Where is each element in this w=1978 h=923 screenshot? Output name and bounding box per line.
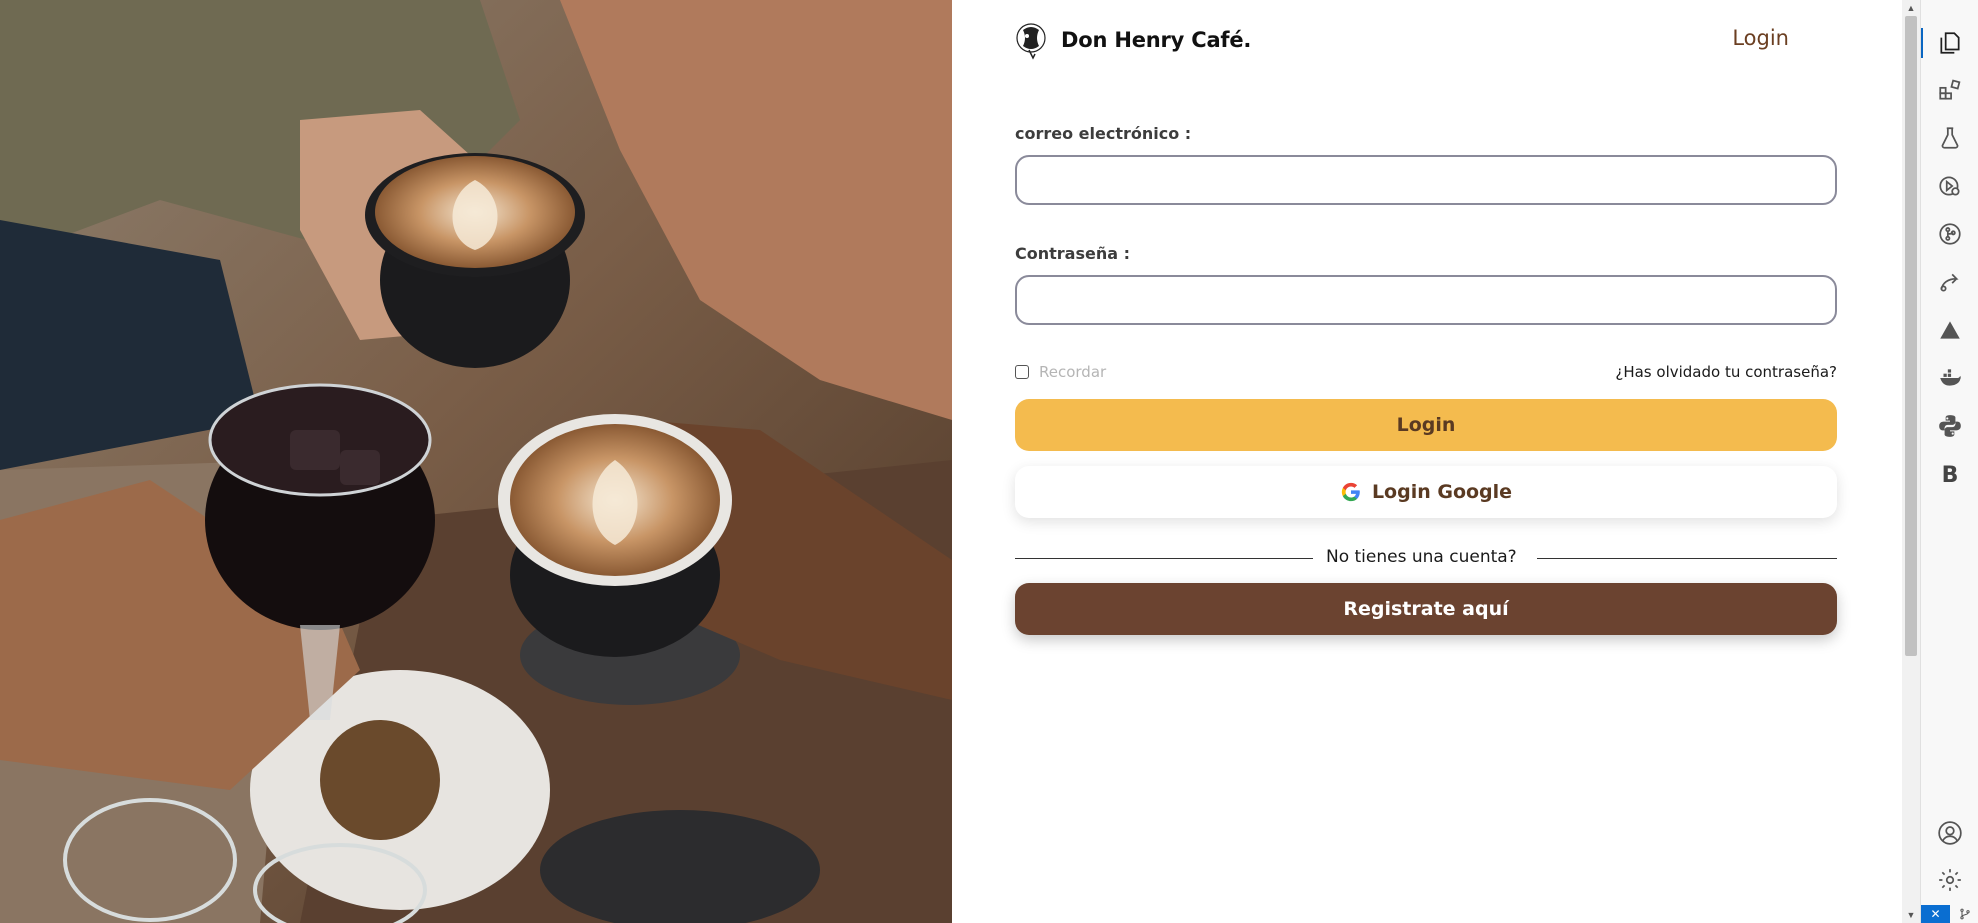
bootstrap-letter: B <box>1941 462 1959 488</box>
nav-login-link[interactable]: Login <box>1732 26 1789 50</box>
remember-label: Recordar <box>1039 363 1107 381</box>
page-scrollbar[interactable]: ▲ ▼ <box>1902 0 1920 923</box>
login-button[interactable]: Login <box>1015 399 1837 451</box>
scroll-thumb[interactable] <box>1905 16 1917 656</box>
source-control-icon[interactable] <box>1921 211 1978 257</box>
branch-status-icon[interactable] <box>1950 905 1978 923</box>
extensions-icon[interactable] <box>1921 67 1978 113</box>
register-button[interactable]: Registrate aquí <box>1015 583 1837 635</box>
remote-explorer-icon[interactable] <box>1921 259 1978 305</box>
explorer-icon[interactable] <box>1921 20 1978 66</box>
account-icon[interactable] <box>1921 810 1978 856</box>
email-label: correo electrónico : <box>1015 124 1192 143</box>
login-panel: Don Henry Café. Login correo electrónico… <box>952 0 1902 923</box>
azure-icon[interactable] <box>1921 307 1978 353</box>
coffee-toast-illustration <box>0 0 952 923</box>
google-icon <box>1341 482 1360 502</box>
brand-name: Don Henry Café. <box>1061 28 1252 52</box>
scroll-down-icon[interactable]: ▼ <box>1902 907 1920 923</box>
remember-me[interactable]: Recordar <box>1015 362 1106 382</box>
remember-checkbox[interactable] <box>1015 365 1029 379</box>
google-login-button[interactable]: Login Google <box>1015 466 1837 518</box>
settings-icon[interactable] <box>1921 857 1978 903</box>
testing-icon[interactable] <box>1921 115 1978 161</box>
divider-line-left <box>1015 557 1313 559</box>
password-label: Contraseña : <box>1015 244 1130 263</box>
cafe-logo-icon <box>1016 23 1046 60</box>
brand[interactable]: Don Henry Café. <box>1015 20 1251 60</box>
python-icon[interactable] <box>1921 403 1978 449</box>
forgot-password-link[interactable]: ¿Has olvidado tu contraseña? <box>1615 363 1837 381</box>
password-field[interactable] <box>1015 275 1837 325</box>
register-divider: No tienes una cuenta? <box>1015 547 1837 569</box>
run-debug-icon[interactable] <box>1921 163 1978 209</box>
activity-bar: B ✕ <box>1920 0 1978 923</box>
hero-photo <box>0 0 952 923</box>
remote-status-icon[interactable]: ✕ <box>1921 905 1950 923</box>
docker-icon[interactable] <box>1921 355 1978 401</box>
divider-line-right <box>1537 557 1837 559</box>
google-button-label: Login Google <box>1371 481 1513 503</box>
bootstrap-icon[interactable]: B <box>1921 452 1978 498</box>
no-account-text: No tienes una cuenta? <box>1326 547 1517 567</box>
scroll-up-icon[interactable]: ▲ <box>1902 0 1920 16</box>
email-field[interactable] <box>1015 155 1837 205</box>
